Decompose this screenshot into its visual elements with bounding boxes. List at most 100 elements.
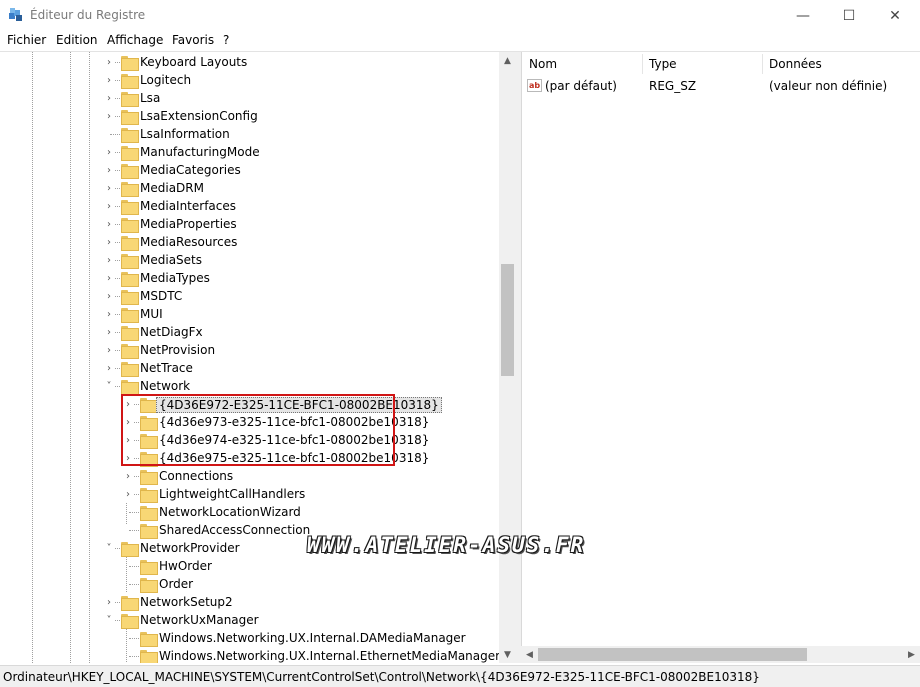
tree-node-label[interactable]: LsaExtensionConfig xyxy=(140,109,258,123)
expand-chevron-icon[interactable]: › xyxy=(104,359,114,377)
tree-node-label[interactable]: MediaCategories xyxy=(140,163,241,177)
tree-node[interactable]: HwOrder xyxy=(0,557,499,575)
expand-chevron-icon[interactable]: › xyxy=(104,305,114,323)
expand-chevron-icon[interactable]: › xyxy=(104,107,114,125)
tree-node[interactable]: › LightweightCallHandlers xyxy=(0,485,499,503)
values-pane[interactable] xyxy=(521,52,920,663)
tree-vertical-scrollbar[interactable]: ▲ ▼ xyxy=(499,52,516,663)
tree-node-label[interactable]: HwOrder xyxy=(159,559,212,573)
expand-chevron-icon[interactable]: › xyxy=(104,53,114,71)
tree-node-label[interactable]: MSDTC xyxy=(140,289,182,303)
tree-node[interactable]: › MediaDRM xyxy=(0,179,499,197)
tree-node[interactable]: › Keyboard Layouts xyxy=(0,53,499,71)
scroll-thumb[interactable] xyxy=(538,648,807,661)
tree-node-label[interactable]: SharedAccessConnection xyxy=(159,523,310,537)
tree-node[interactable]: › NetDiagFx xyxy=(0,323,499,341)
maximize-button[interactable]: ☐ xyxy=(826,0,872,31)
close-button[interactable]: ✕ xyxy=(872,0,918,31)
value-name[interactable]: (par défaut) xyxy=(545,79,617,93)
expand-chevron-icon[interactable]: › xyxy=(104,341,114,359)
column-header-type[interactable]: Type xyxy=(649,52,677,76)
collapse-chevron-icon[interactable]: ˅ xyxy=(104,539,114,557)
tree-node-label[interactable]: MediaInterfaces xyxy=(140,199,236,213)
expand-chevron-icon[interactable]: › xyxy=(104,71,114,89)
tree-node[interactable]: › MUI xyxy=(0,305,499,323)
tree-node-label[interactable]: NetworkProvider xyxy=(140,541,240,555)
expand-chevron-icon[interactable]: › xyxy=(104,251,114,269)
tree-node-label[interactable]: MediaDRM xyxy=(140,181,204,195)
scroll-up-icon[interactable]: ▲ xyxy=(499,52,516,69)
tree-node[interactable]: › MediaInterfaces xyxy=(0,197,499,215)
menu-help[interactable]: ? xyxy=(223,33,229,47)
tree-node[interactable]: Windows.Networking.UX.Internal.DAMediaMa… xyxy=(0,629,499,647)
tree-node-label[interactable]: MediaResources xyxy=(140,235,237,249)
tree-node-label[interactable]: NetworkLocationWizard xyxy=(159,505,301,519)
expand-chevron-icon[interactable]: › xyxy=(104,593,114,611)
expand-chevron-icon[interactable]: › xyxy=(104,161,114,179)
tree-node-label[interactable]: Network xyxy=(140,379,190,393)
expand-chevron-icon[interactable]: › xyxy=(104,143,114,161)
tree-node-label[interactable]: NetworkSetup2 xyxy=(140,595,233,609)
tree-node-label[interactable]: Windows.Networking.UX.Internal.DAMediaMa… xyxy=(159,631,466,645)
value-type[interactable]: REG_SZ xyxy=(649,79,696,93)
tree-node-label[interactable]: MediaTypes xyxy=(140,271,210,285)
tree-node[interactable]: Order xyxy=(0,575,499,593)
tree-node-label[interactable]: ManufacturingMode xyxy=(140,145,260,159)
scroll-down-icon[interactable]: ▼ xyxy=(499,646,516,663)
tree-node-label[interactable]: Keyboard Layouts xyxy=(140,55,247,69)
expand-chevron-icon[interactable]: › xyxy=(104,323,114,341)
tree-node-label[interactable]: Lsa xyxy=(140,91,160,105)
tree-node-label[interactable]: NetProvision xyxy=(140,343,215,357)
tree-node-label[interactable]: NetTrace xyxy=(140,361,193,375)
tree-node-label[interactable]: MediaSets xyxy=(140,253,202,267)
tree-node[interactable]: ˅ Network xyxy=(0,377,499,395)
tree-node-label[interactable]: Windows.Networking.UX.Internal.EthernetM… xyxy=(159,649,500,663)
menu-affichage[interactable]: Affichage xyxy=(107,33,163,47)
collapse-chevron-icon[interactable]: ˅ xyxy=(104,611,114,629)
expand-chevron-icon[interactable]: › xyxy=(104,269,114,287)
expand-chevron-icon[interactable]: › xyxy=(104,215,114,233)
tree-node[interactable]: ˅ NetworkUxManager xyxy=(0,611,499,629)
tree-node-label[interactable]: Order xyxy=(159,577,193,591)
value-data[interactable]: (valeur non définie) xyxy=(769,79,887,93)
tree-node[interactable]: › MediaProperties xyxy=(0,215,499,233)
tree-node-label[interactable]: Logitech xyxy=(140,73,191,87)
tree-node[interactable]: › NetworkSetup2 xyxy=(0,593,499,611)
column-header-data[interactable]: Données xyxy=(769,52,822,76)
tree-node[interactable]: › MediaSets xyxy=(0,251,499,269)
expand-chevron-icon[interactable]: › xyxy=(104,233,114,251)
tree-node[interactable]: › Logitech xyxy=(0,71,499,89)
expand-chevron-icon[interactable]: › xyxy=(123,467,133,485)
tree-node[interactable]: › Connections xyxy=(0,467,499,485)
expand-chevron-icon[interactable]: › xyxy=(123,485,133,503)
expand-chevron-icon[interactable]: › xyxy=(104,89,114,107)
menu-fichier[interactable]: Fichier xyxy=(7,33,46,47)
tree-node[interactable]: › MediaCategories xyxy=(0,161,499,179)
tree-node[interactable]: › NetProvision xyxy=(0,341,499,359)
tree-node-label[interactable]: LsaInformation xyxy=(140,127,230,141)
tree-node[interactable]: › MediaTypes xyxy=(0,269,499,287)
tree-node-label[interactable]: Connections xyxy=(159,469,233,483)
tree-node[interactable]: › MSDTC xyxy=(0,287,499,305)
tree-node[interactable]: NetworkLocationWizard xyxy=(0,503,499,521)
tree-node[interactable]: › MediaResources xyxy=(0,233,499,251)
collapse-chevron-icon[interactable]: ˅ xyxy=(104,377,114,395)
expand-chevron-icon[interactable]: › xyxy=(104,287,114,305)
scroll-thumb[interactable] xyxy=(501,264,514,376)
scroll-right-icon[interactable]: ▶ xyxy=(903,646,920,663)
menu-edition[interactable]: Edition xyxy=(56,33,98,47)
expand-chevron-icon[interactable]: › xyxy=(104,179,114,197)
tree-node[interactable]: › Lsa xyxy=(0,89,499,107)
expand-chevron-icon[interactable]: › xyxy=(104,197,114,215)
tree-node-label[interactable]: MediaProperties xyxy=(140,217,237,231)
tree-node-label[interactable]: MUI xyxy=(140,307,163,321)
menu-favoris[interactable]: Favoris xyxy=(172,33,214,47)
tree-node[interactable]: LsaInformation xyxy=(0,125,499,143)
minimize-button[interactable]: — xyxy=(780,0,826,31)
column-header-name[interactable]: Nom xyxy=(529,52,557,76)
tree-node-label[interactable]: NetDiagFx xyxy=(140,325,203,339)
column-separator[interactable] xyxy=(642,54,643,74)
tree-node-label[interactable]: LightweightCallHandlers xyxy=(159,487,305,501)
tree-node-label[interactable]: NetworkUxManager xyxy=(140,613,259,627)
tree-node[interactable]: › ManufacturingMode xyxy=(0,143,499,161)
